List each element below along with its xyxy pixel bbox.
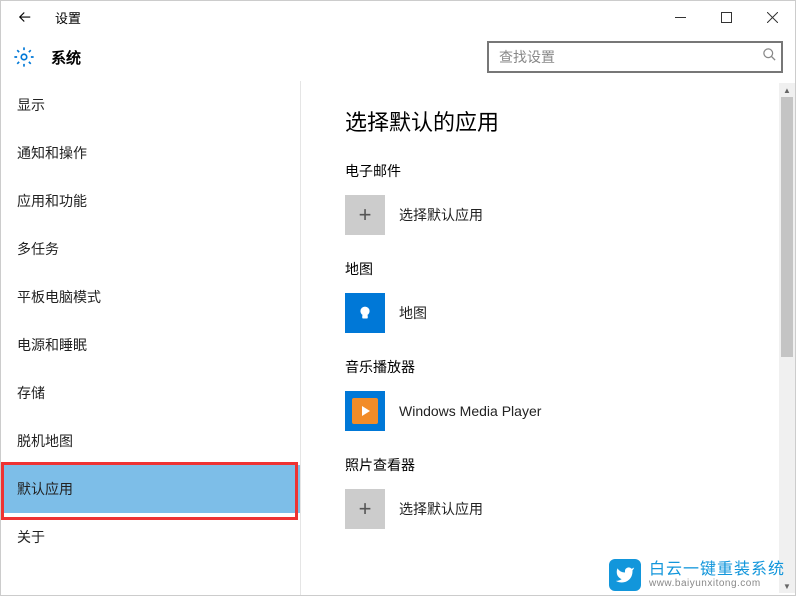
search-input[interactable] [487,41,783,73]
default-app-music[interactable]: Windows Media Player [345,391,751,431]
minimize-button[interactable] [657,1,703,33]
titlebar: 设置 [1,1,795,33]
sidebar-item-multitasking[interactable]: 多任务 [1,225,300,273]
back-arrow-icon [16,8,34,26]
sidebar-item-power-sleep[interactable]: 电源和睡眠 [1,321,300,369]
close-icon [767,12,778,23]
app-label: 选择默认应用 [399,499,483,519]
page-title: 选择默认的应用 [345,105,751,137]
maximize-button[interactable] [703,1,749,33]
sidebar-item-storage[interactable]: 存储 [1,369,300,417]
sidebar-item-label: 通知和操作 [17,143,87,163]
default-app-email[interactable]: + 选择默认应用 [345,195,751,235]
sidebar-item-label: 平板电脑模式 [17,287,101,307]
app-label: Windows Media Player [399,403,541,419]
maps-icon [345,293,385,333]
close-button[interactable] [749,1,795,33]
sidebar-item-label: 存储 [17,383,45,403]
search-container [487,41,783,73]
sidebar-item-apps-features[interactable]: 应用和功能 [1,177,300,225]
content-area: 显示 通知和操作 应用和功能 多任务 平板电脑模式 电源和睡眠 存储 脱机地图 … [1,81,795,595]
sidebar-item-about[interactable]: 关于 [1,513,300,561]
main-panel: 选择默认的应用 电子邮件 + 选择默认应用 地图 地图 音乐播放器 Window… [301,81,795,595]
sidebar-item-label: 电源和睡眠 [17,335,87,355]
header-section-title: 系统 [51,47,81,68]
plus-icon: + [345,489,385,529]
sidebar-item-offline-maps[interactable]: 脱机地图 [1,417,300,465]
app-label: 选择默认应用 [399,205,483,225]
sidebar-item-label: 默认应用 [17,479,73,499]
category-label-photo: 照片查看器 [345,455,751,475]
scroll-up-arrow-icon[interactable]: ▲ [779,83,795,97]
category-label-music: 音乐播放器 [345,357,751,377]
search-icon[interactable] [762,47,777,67]
sidebar-item-label: 多任务 [17,239,59,259]
window-controls [657,1,795,33]
wmp-icon [345,391,385,431]
app-label: 地图 [399,303,427,323]
sidebar-item-default-apps[interactable]: 默认应用 [1,465,300,513]
maximize-icon [721,12,732,23]
sidebar-item-display[interactable]: 显示 [1,81,300,129]
gear-icon [13,46,35,68]
scroll-down-arrow-icon[interactable]: ▼ [779,579,795,593]
window-title: 设置 [55,8,81,27]
sidebar-item-label: 应用和功能 [17,191,87,211]
back-button[interactable] [1,1,49,33]
category-label-email: 电子邮件 [345,161,751,181]
minimize-icon [675,12,686,23]
sidebar-item-tablet-mode[interactable]: 平板电脑模式 [1,273,300,321]
sidebar-item-notifications[interactable]: 通知和操作 [1,129,300,177]
scrollbar-thumb[interactable] [781,97,793,357]
sidebar: 显示 通知和操作 应用和功能 多任务 平板电脑模式 电源和睡眠 存储 脱机地图 … [1,81,301,595]
sidebar-item-label: 显示 [17,95,45,115]
default-app-photo[interactable]: + 选择默认应用 [345,489,751,529]
plus-icon: + [345,195,385,235]
category-label-maps: 地图 [345,259,751,279]
scrollbar-track[interactable]: ▲ ▼ [779,83,795,593]
default-app-maps[interactable]: 地图 [345,293,751,333]
sidebar-item-label: 关于 [17,527,45,547]
header: 系统 [1,33,795,81]
sidebar-item-label: 脱机地图 [17,431,73,451]
